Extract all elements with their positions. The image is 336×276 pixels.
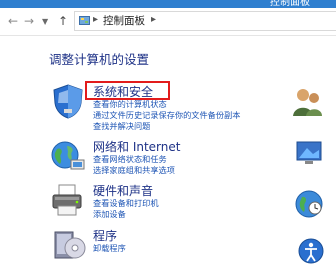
- chevron-down-icon[interactable]: ▼: [42, 14, 48, 30]
- window-title: 控制面板: [270, 0, 310, 8]
- address-bar[interactable]: ▸ 控制面板 ▸: [74, 11, 336, 31]
- control-panel-icon: [79, 16, 90, 25]
- shield-icon[interactable]: [50, 83, 86, 119]
- title-bar: 控制面板: [0, 0, 336, 8]
- link-file-history-backup[interactable]: 通过文件历史记录保存你的文件备份副本: [93, 110, 240, 120]
- user-accounts-icon[interactable]: [292, 86, 322, 118]
- breadcrumb[interactable]: 控制面板: [103, 14, 145, 28]
- forward-arrow-icon[interactable]: →: [24, 13, 34, 29]
- breadcrumb-separator-icon[interactable]: ▸: [151, 14, 156, 25]
- link-homegroup-sharing[interactable]: 选择家庭组和共享选项: [93, 165, 175, 175]
- link-devices-printers[interactable]: 查看设备和打印机: [93, 198, 159, 208]
- link-troubleshoot[interactable]: 查找并解决问题: [93, 121, 150, 131]
- category-title-hardware-sound[interactable]: 硬件和声音: [93, 184, 153, 199]
- breadcrumb-separator-icon: ▸: [93, 14, 99, 25]
- navigation-bar: ← → ▼ ↑ ▸ 控制面板 ▸: [0, 8, 336, 36]
- link-uninstall-program[interactable]: 卸载程序: [93, 243, 126, 253]
- main-content: 调整计算机的设置 系统和安全 查看你的计算机状态 通过文件历史记录保存你的文件备…: [0, 36, 336, 276]
- link-view-computer-status[interactable]: 查看你的计算机状态: [93, 99, 167, 109]
- printer-icon[interactable]: [50, 182, 86, 218]
- globe-network-icon[interactable]: [49, 138, 85, 174]
- clock-language-region-icon[interactable]: [293, 188, 325, 220]
- link-add-device[interactable]: 添加设备: [93, 209, 126, 219]
- appearance-personalization-icon[interactable]: [295, 136, 325, 168]
- link-view-network-status[interactable]: 查看网络状态和任务: [93, 154, 167, 164]
- ease-of-access-icon[interactable]: [297, 236, 325, 266]
- page-title: 调整计算机的设置: [49, 52, 150, 67]
- category-title-programs[interactable]: 程序: [93, 229, 117, 244]
- back-arrow-icon[interactable]: ←: [8, 13, 18, 29]
- category-title-network-internet[interactable]: 网络和 Internet: [93, 140, 180, 155]
- highlight-box: [85, 81, 170, 100]
- program-box-icon[interactable]: [51, 226, 87, 262]
- up-arrow-icon[interactable]: ↑: [58, 13, 68, 29]
